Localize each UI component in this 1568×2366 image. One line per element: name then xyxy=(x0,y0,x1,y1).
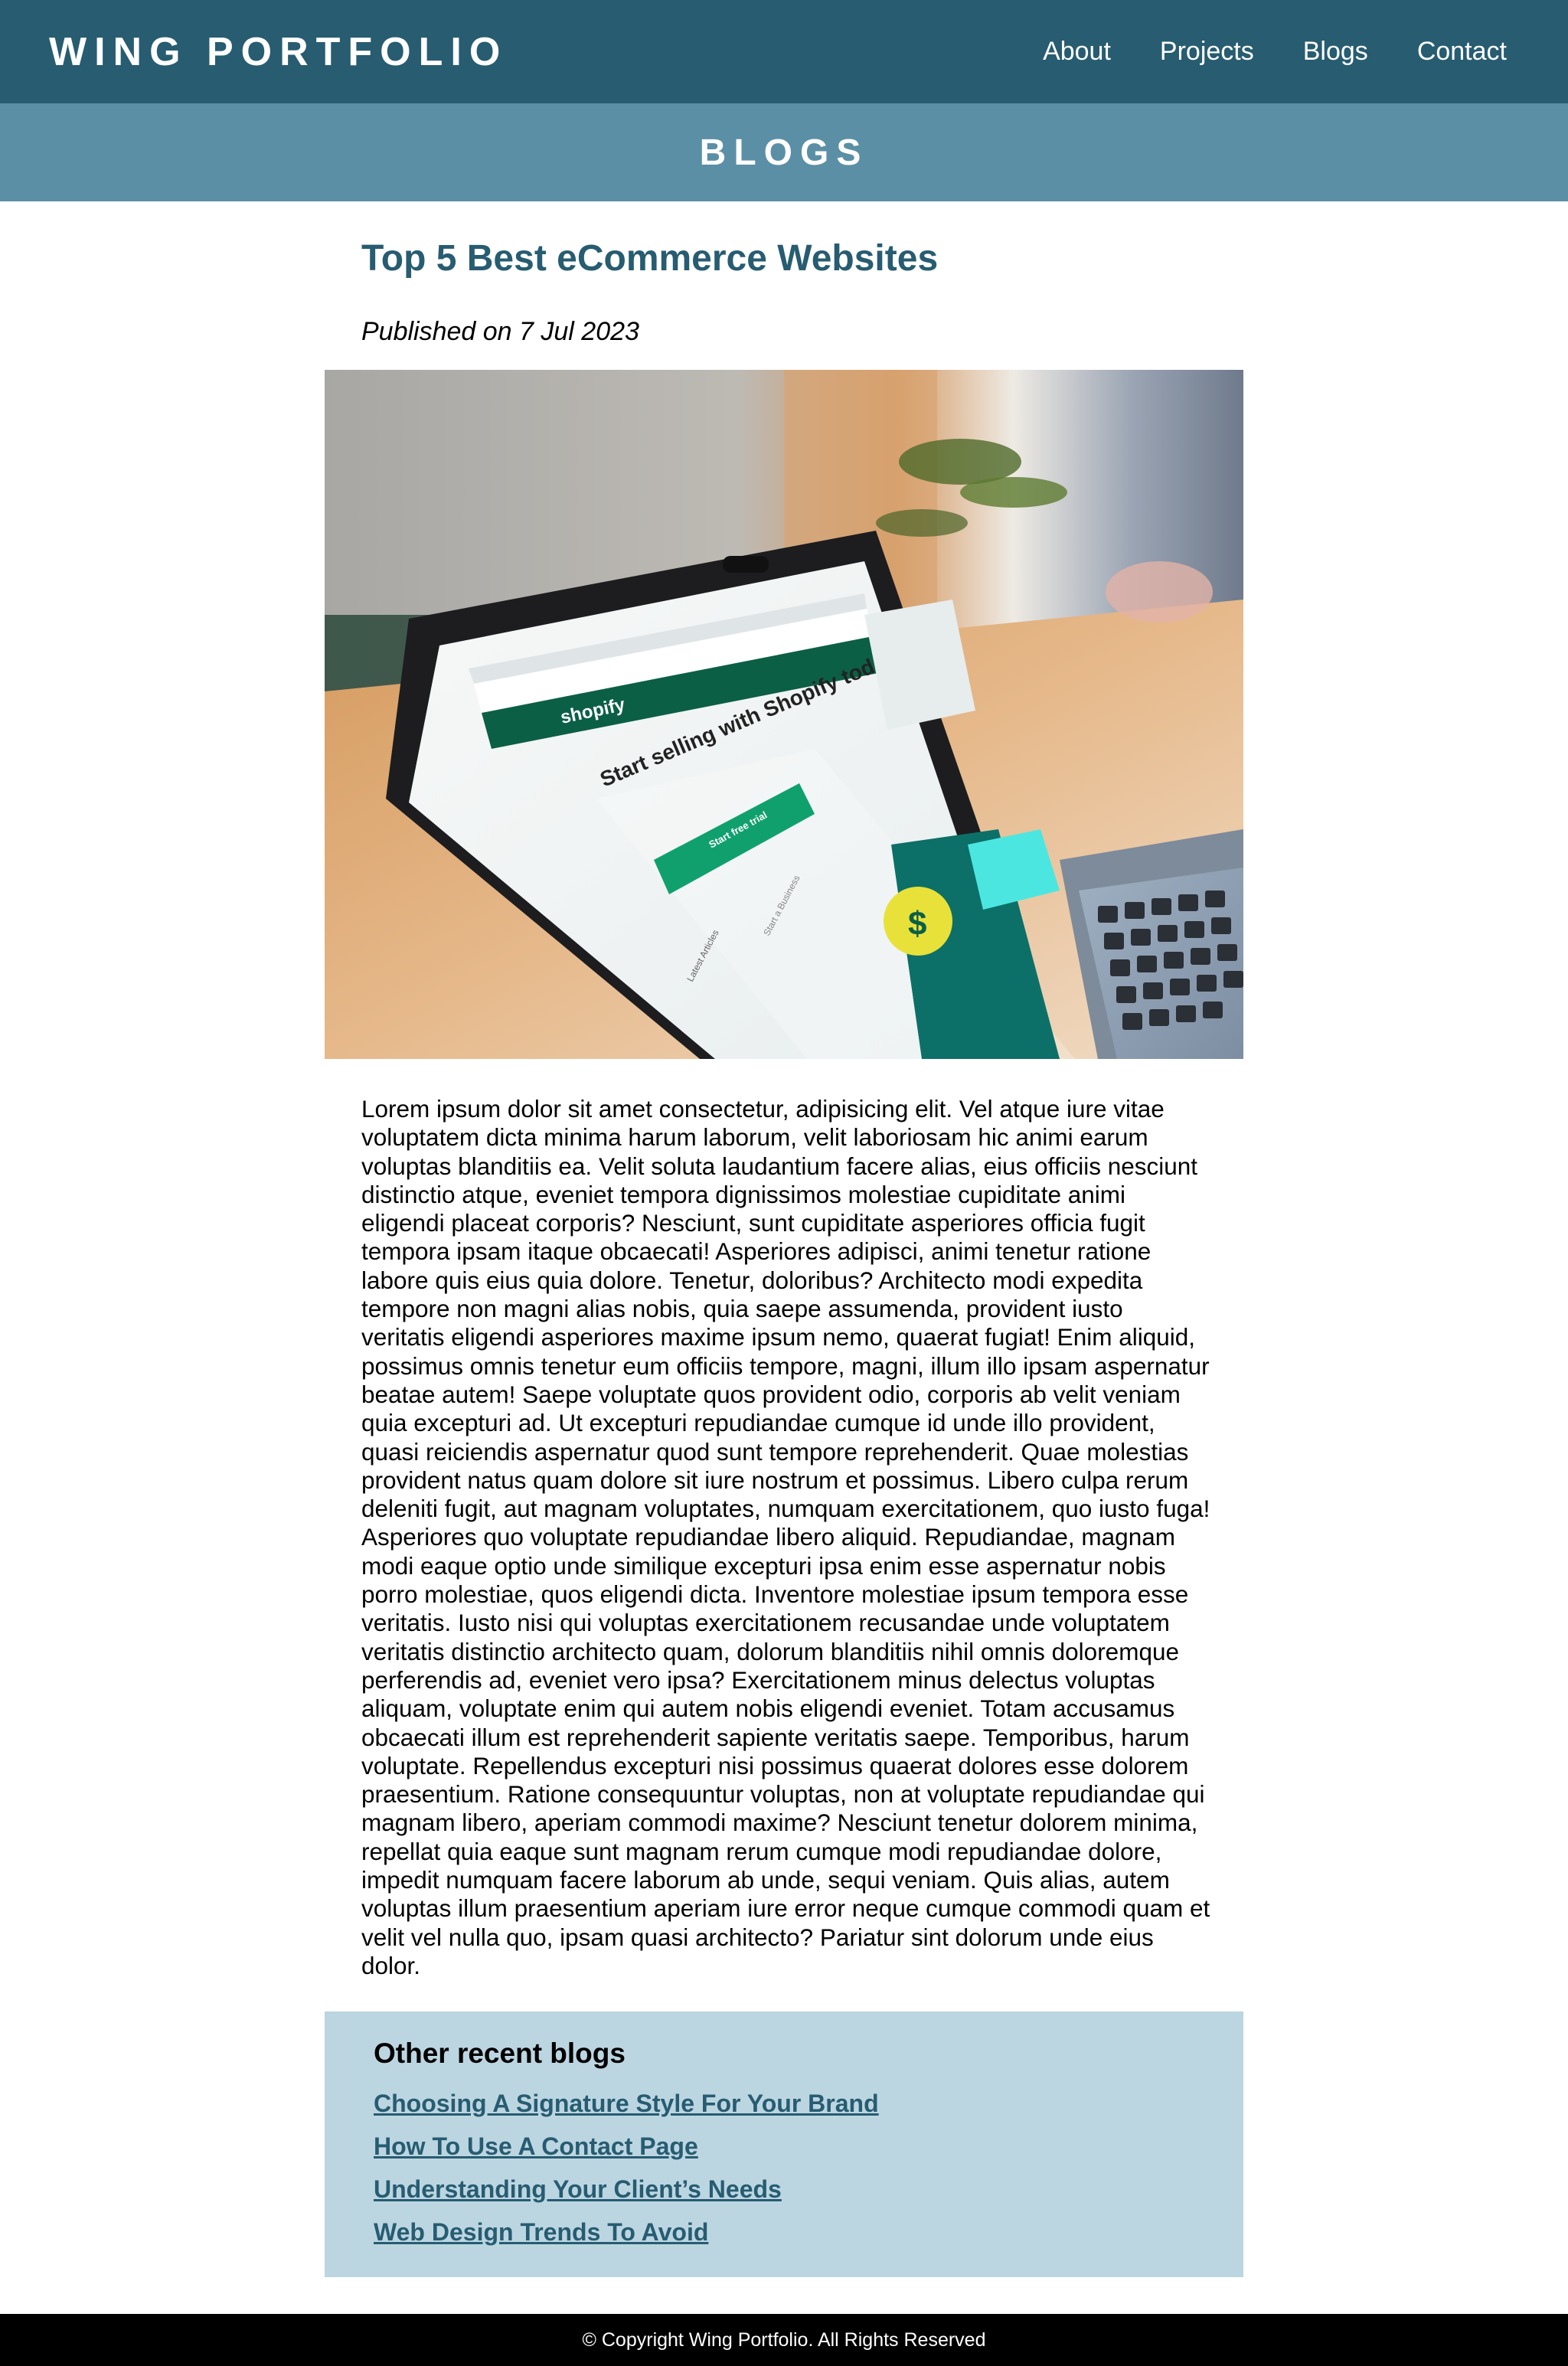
laptop-photo-icon: shopify Start selling with Shopify today… xyxy=(325,370,1243,1059)
nav-link-projects[interactable]: Projects xyxy=(1160,37,1254,67)
publish-date: Published on 7 Jul 2023 xyxy=(361,317,639,346)
site-footer: © Copyright Wing Portfolio. All Rights R… xyxy=(0,2314,1568,2366)
copyright-text: © Copyright Wing Portfolio. All Rights R… xyxy=(582,2328,986,2351)
recent-blog-link[interactable]: Web Design Trends To Avoid xyxy=(374,2211,1243,2253)
nav-link-about[interactable]: About xyxy=(1043,37,1111,67)
article-title: Top 5 Best eCommerce Websites xyxy=(361,238,939,279)
recent-blog-link[interactable]: Choosing A Signature Style For Your Bran… xyxy=(374,2082,1243,2125)
nav-link-contact[interactable]: Contact xyxy=(1417,37,1507,67)
recent-blogs-panel: Other recent blogs Choosing A Signature … xyxy=(325,2011,1243,2277)
dollar-icon: $ xyxy=(908,905,926,943)
article-body: Lorem ipsum dolor sit amet consectetur, … xyxy=(361,1095,1210,1979)
article-hero-image: shopify Start selling with Shopify today… xyxy=(325,370,1243,1059)
recent-blogs-heading: Other recent blogs xyxy=(374,2038,626,2069)
recent-blog-link[interactable]: Understanding Your Client’s Needs xyxy=(374,2168,1243,2211)
nav-link-blogs[interactable]: Blogs xyxy=(1303,37,1368,67)
page-banner: BLOGS xyxy=(0,103,1568,201)
site-logo[interactable]: WING PORTFOLIO xyxy=(49,32,508,72)
top-navbar: WING PORTFOLIO About Projects Blogs Cont… xyxy=(0,0,1568,103)
page-title: BLOGS xyxy=(699,132,869,173)
main-nav: About Projects Blogs Contact xyxy=(1043,37,1507,67)
recent-blog-link[interactable]: How To Use A Contact Page xyxy=(374,2125,1243,2168)
